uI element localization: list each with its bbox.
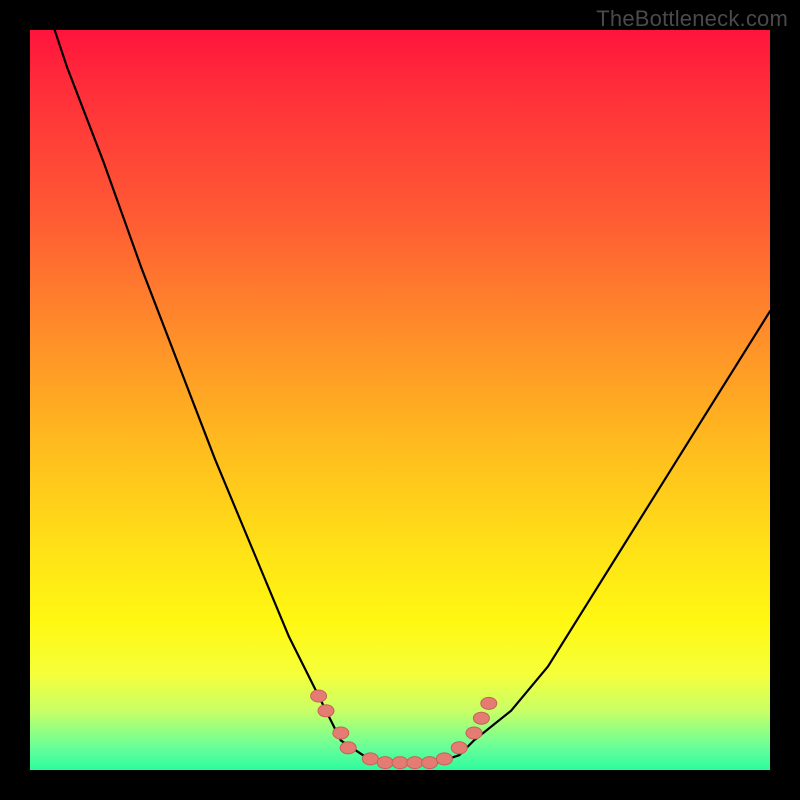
curve-svg (30, 30, 770, 770)
curve-marker (473, 712, 489, 724)
curve-marker (422, 757, 438, 769)
chart-frame: TheBottleneck.com (0, 0, 800, 800)
curve-marker (392, 757, 408, 769)
attribution-label: TheBottleneck.com (596, 6, 788, 32)
curve-marker (318, 705, 334, 717)
curve-marker (377, 757, 393, 769)
curve-marker (466, 727, 482, 739)
bottleneck-curve (30, 0, 770, 763)
curve-marker (407, 757, 423, 769)
curve-marker (481, 697, 497, 709)
curve-marker (333, 727, 349, 739)
curve-marker (436, 753, 452, 765)
curve-marker (362, 753, 378, 765)
plot-area (30, 30, 770, 770)
curve-marker (340, 742, 356, 754)
marker-group (311, 690, 497, 769)
curve-marker (311, 690, 327, 702)
curve-marker (451, 742, 467, 754)
